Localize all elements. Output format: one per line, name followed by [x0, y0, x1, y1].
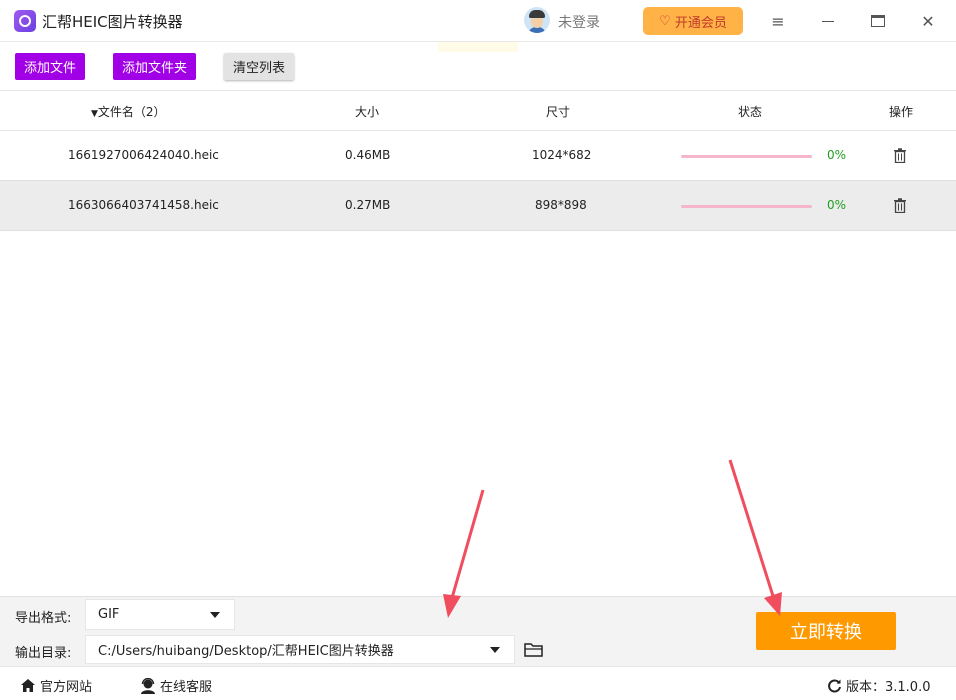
maximize-icon[interactable]: [864, 8, 892, 34]
clear-list-button[interactable]: 清空列表: [224, 53, 295, 80]
sort-caret-icon: ▼: [91, 109, 98, 119]
website-link[interactable]: 官方网站: [20, 676, 92, 695]
format-label: 导出格式:: [15, 611, 72, 626]
progress-bar: [681, 205, 812, 208]
folder-icon[interactable]: [524, 643, 544, 657]
vip-label: 开通会员: [674, 15, 727, 31]
vip-button[interactable]: ♡ 开通会员: [643, 7, 743, 35]
size-header: 大小: [355, 105, 380, 119]
website-label: 官方网站: [40, 680, 93, 695]
dropdown-caret-icon: [210, 611, 220, 618]
filename-header[interactable]: ▼文件名（2）: [91, 103, 166, 120]
row-filename: 1663066403741458.heic: [68, 198, 219, 212]
add-folder-button[interactable]: 添加文件夹: [113, 53, 197, 80]
output-label: 输出目录:: [15, 646, 72, 661]
title-bar: 汇帮HEIC图片转换器 未登录 ♡ 开通会员 ≡ ✕: [0, 0, 956, 42]
table-header: ▼文件名（2） 大小 尺寸 状态 操作: [0, 90, 956, 131]
add-file-button[interactable]: 添加文件: [15, 53, 86, 80]
support-label: 在线客服: [160, 680, 213, 695]
row-size: 0.27MB: [345, 198, 391, 212]
progress-percent: 0%: [827, 148, 847, 162]
support-link[interactable]: 在线客服: [140, 676, 212, 695]
format-value: GIF: [98, 607, 120, 622]
table-row[interactable]: 1663066403741458.heic 0.27MB 898*898 0%: [0, 181, 956, 231]
convert-button[interactable]: 立即转换: [756, 612, 896, 650]
trash-icon[interactable]: [893, 148, 907, 163]
progress-percent: 0%: [827, 198, 847, 212]
output-dir-select[interactable]: C:/Users/huibang/Desktop/汇帮HEIC图片转换器: [85, 635, 515, 664]
row-size: 0.46MB: [345, 148, 391, 162]
headset-icon: [141, 677, 155, 694]
table-row[interactable]: 1661927006424040.heic 0.46MB 1024*682 0%: [0, 131, 956, 181]
refresh-icon: [828, 679, 841, 693]
progress-bar: [681, 155, 812, 158]
home-icon: [21, 679, 35, 692]
dimensions-header: 尺寸: [546, 105, 571, 119]
action-header: 操作: [889, 105, 914, 119]
user-avatar-icon[interactable]: [524, 7, 550, 33]
output-dir-value: C:/Users/huibang/Desktop/汇帮HEIC图片转换器: [98, 644, 394, 659]
login-status[interactable]: 未登录: [558, 12, 600, 32]
footer: 官方网站 在线客服 版本：3.1.0.0: [0, 666, 956, 700]
trash-icon[interactable]: [893, 198, 907, 213]
format-select[interactable]: GIF: [85, 599, 235, 630]
app-title: 汇帮HEIC图片转换器: [42, 13, 183, 31]
minimize-icon[interactable]: [814, 8, 842, 34]
menu-icon[interactable]: ≡: [764, 8, 792, 34]
row-dimensions: 1024*682: [532, 148, 592, 162]
version-info[interactable]: 版本：3.1.0.0: [827, 676, 930, 695]
toolbar: 添加文件 添加文件夹 清空列表: [0, 42, 956, 90]
app-logo-icon: [14, 10, 36, 32]
dropdown-caret-icon: [490, 646, 500, 653]
row-dimensions: 898*898: [535, 198, 587, 212]
row-filename: 1661927006424040.heic: [68, 148, 219, 162]
status-header: 状态: [738, 105, 763, 119]
version-label: 版本：3.1.0.0: [846, 680, 931, 695]
close-icon[interactable]: ✕: [914, 8, 942, 34]
heart-icon: ♡: [659, 13, 671, 29]
